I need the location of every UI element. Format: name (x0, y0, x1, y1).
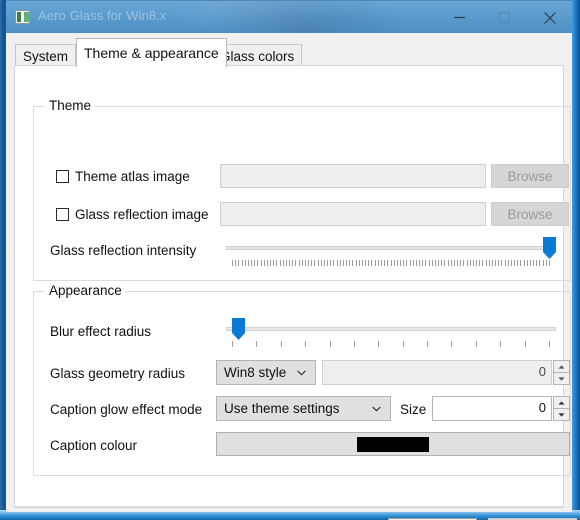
window-title: Aero Glass for Win8.x (38, 8, 167, 23)
caption-glow-size-spinner[interactable] (553, 396, 570, 421)
title-bar[interactable]: Aero Glass for Win8.x (6, 0, 572, 33)
theme-atlas-path-input[interactable] (220, 164, 486, 188)
theme-atlas-checkbox[interactable] (56, 170, 69, 183)
theme-group-legend: Theme (45, 98, 96, 113)
glass-geometry-radius-spinner[interactable] (553, 360, 570, 385)
glass-reflection-intensity-slider[interactable] (226, 237, 556, 267)
spinner-up-button[interactable] (553, 396, 570, 409)
slider-ticks (226, 260, 556, 266)
slider-ticks (226, 341, 556, 347)
slider-track (226, 246, 556, 250)
minimize-icon (454, 16, 465, 19)
spinner-down-button[interactable] (553, 409, 570, 421)
glass-reflection-label: Glass reflection image (75, 207, 209, 222)
glass-reflection-checkbox[interactable] (56, 208, 69, 221)
blur-effect-radius-label: Blur effect radius (50, 324, 152, 339)
spinner-down-button[interactable] (553, 373, 570, 385)
footer-divider (15, 506, 563, 507)
client-area: System Theme & appearance Glass colors T… (6, 33, 577, 520)
caption-glow-mode-value: Use theme settings (224, 401, 340, 416)
close-icon (543, 11, 556, 24)
glass-reflection-intensity-label: Glass reflection intensity (50, 243, 197, 258)
blur-effect-radius-slider[interactable] (226, 318, 556, 348)
app-icon (15, 10, 30, 24)
app-window: Aero Glass for Win8.x System Theme & app… (0, 0, 580, 520)
glass-geometry-radius-input[interactable]: 0 (322, 360, 552, 385)
caption-colour-button[interactable] (216, 432, 570, 456)
glass-geometry-radius-value: Win8 style (224, 365, 287, 380)
glass-reflection-path-input[interactable] (220, 202, 486, 226)
theme-atlas-checkbox-row[interactable]: Theme atlas image (56, 169, 190, 184)
tab-theme-appearance[interactable]: Theme & appearance (76, 38, 227, 67)
theme-atlas-label: Theme atlas image (75, 169, 190, 184)
glass-geometry-radius-label: Glass geometry radius (50, 366, 186, 381)
chevron-down-icon (297, 370, 306, 376)
caption-glow-mode-label: Caption glow effect mode (50, 402, 203, 417)
spinner-up-button[interactable] (553, 360, 570, 373)
glass-reflection-checkbox-row[interactable]: Glass reflection image (56, 207, 209, 222)
theme-atlas-browse-button[interactable]: Browse (491, 164, 569, 188)
maximize-icon (498, 11, 511, 24)
glass-geometry-radius-combo[interactable]: Win8 style (216, 360, 316, 385)
close-button[interactable] (527, 1, 572, 34)
window-controls (437, 1, 572, 34)
tab-system[interactable]: System (15, 44, 77, 67)
caption-colour-swatch (357, 436, 429, 452)
caption-glow-size-input[interactable]: 0 (432, 396, 552, 421)
caption-glow-mode-combo[interactable]: Use theme settings (216, 396, 391, 421)
slider-thumb[interactable] (232, 318, 245, 340)
appearance-group-legend: Appearance (45, 283, 126, 298)
appearance-group: Appearance Blur effect radius Glass geom… (33, 283, 571, 476)
glass-reflection-browse-button[interactable]: Browse (491, 202, 569, 226)
theme-group: Theme Theme atlas image Browse Glass ref… (33, 98, 571, 281)
minimize-button[interactable] (437, 1, 482, 34)
tab-page-theme-appearance: Theme Theme atlas image Browse Glass ref… (14, 65, 577, 520)
slider-track (226, 327, 556, 331)
caption-glow-size-label: Size (400, 402, 427, 417)
maximize-button[interactable] (482, 1, 527, 34)
slider-thumb[interactable] (543, 237, 556, 259)
caption-colour-label: Caption colour (50, 438, 138, 453)
chevron-down-icon (372, 406, 381, 412)
